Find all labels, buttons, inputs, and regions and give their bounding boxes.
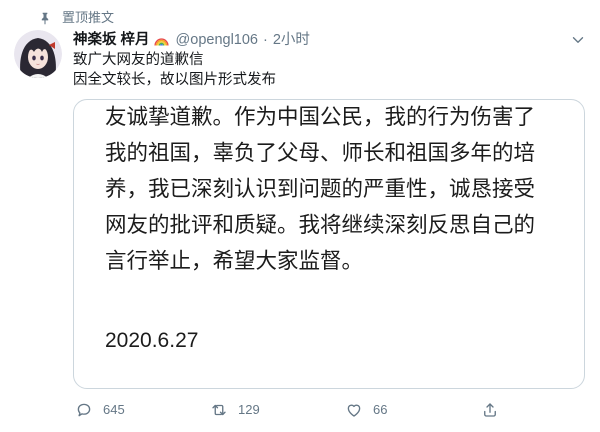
retweet-button[interactable]: 129	[210, 400, 260, 420]
pin-icon	[41, 12, 49, 25]
attached-image[interactable]: 友诚挚道歉。作为中国公民，我的行为伤害了 我的祖国，辜负了父母、师长和祖国多年的…	[73, 99, 585, 389]
image-text-line: 养，我已深刻认识到问题的严重性，诚恳接受	[105, 177, 536, 201]
tweet-text-line: 致广大网友的道歉信	[73, 52, 204, 68]
anime-girl-avatar	[14, 30, 62, 78]
tweet-text-line: 因全文较长，故以图片形式发布	[73, 72, 276, 88]
like-count: 66	[373, 402, 388, 417]
tweet-menu-button[interactable]	[569, 31, 587, 49]
tweet-page: 置顶推文 神楽坂 梓月 @opengl106 · 2小时 致广大网友的道歉信 因…	[0, 0, 600, 432]
retweet-icon[interactable]	[210, 401, 228, 419]
share-icon[interactable]	[481, 401, 499, 419]
image-text-line: 言行举止，希望大家监督。	[105, 249, 364, 273]
pinned-tweet-indicator: 置顶推文	[38, 10, 114, 26]
avatar[interactable]	[14, 30, 62, 78]
image-text-line: 我的祖国，辜负了父母、师长和祖国多年的培	[105, 141, 536, 165]
image-date: 2020.6.27	[105, 329, 199, 352]
image-text-block: 友诚挚道歉。作为中国公民，我的行为伤害了 我的祖国，辜负了父母、师长和祖国多年的…	[105, 100, 536, 279]
timestamp[interactable]: 2小时	[273, 30, 310, 50]
share-button[interactable]	[481, 400, 499, 420]
retweet-count: 129	[238, 402, 260, 417]
tweet-header: 神楽坂 梓月 @opengl106 · 2小时	[73, 30, 310, 50]
like-button[interactable]: 66	[345, 400, 387, 420]
user-handle[interactable]: @opengl106	[176, 30, 258, 50]
rainbow-emoji-icon	[153, 37, 169, 46]
image-text-line: 网友的批评和质疑。我将继续深刻反思自己的	[105, 213, 536, 237]
reply-icon[interactable]	[75, 401, 93, 419]
reply-count: 645	[103, 402, 125, 417]
pinned-label: 置顶推文	[62, 10, 115, 25]
tweet-text: 致广大网友的道歉信 因全文较长，故以图片形式发布	[73, 50, 276, 90]
separator-dot: ·	[263, 32, 268, 48]
chevron-down-icon	[572, 37, 584, 43]
display-name[interactable]: 神楽坂 梓月	[73, 30, 150, 50]
heart-icon[interactable]	[345, 401, 363, 419]
image-text-line: 友诚挚道歉。作为中国公民，我的行为伤害了	[105, 105, 536, 129]
reply-button[interactable]: 645	[75, 400, 125, 420]
